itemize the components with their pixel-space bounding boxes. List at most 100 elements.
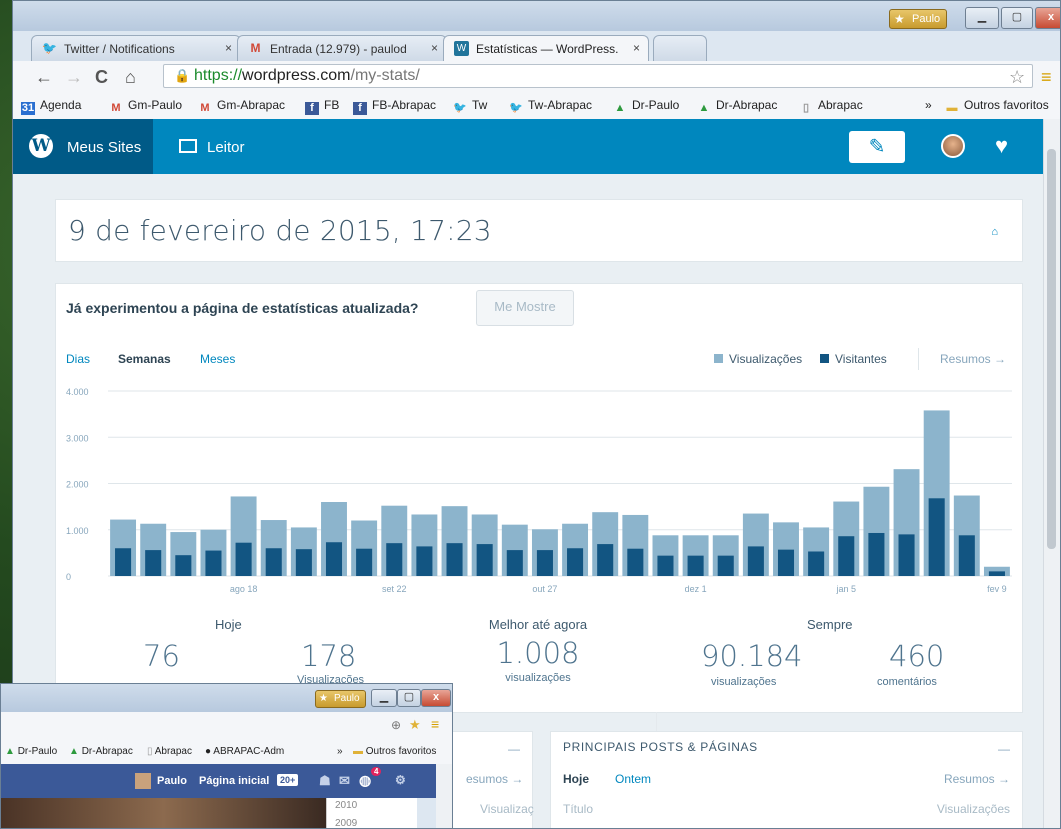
reader-icon[interactable] — [179, 139, 197, 153]
bookmark-fb[interactable]: f FB — [305, 98, 339, 115]
bookmarks-overflow[interactable]: » — [337, 746, 343, 757]
star-bookmark-icon[interactable]: ☆ — [1009, 67, 1025, 87]
new-tab-button[interactable] — [653, 35, 707, 61]
close-window-button[interactable]: x — [421, 689, 451, 707]
user-icon: ★ — [319, 693, 328, 704]
zoom-icon[interactable]: ⊕ — [391, 718, 401, 732]
avatar[interactable] — [941, 134, 965, 158]
bar-visitors — [958, 535, 975, 576]
bookmark-other-favorites[interactable]: ▬ Outros favoritos — [945, 98, 1049, 115]
scrollbar-thumb[interactable] — [1047, 149, 1056, 549]
bookmark-dr-abrapac[interactable]: ▲ Dr-Abrapac — [697, 98, 778, 115]
bar-visitors — [597, 544, 614, 576]
x-tick-label: set 22 — [382, 584, 407, 594]
bookmarks-overflow[interactable]: » — [925, 98, 932, 112]
year-2010[interactable]: 2010 — [335, 800, 357, 811]
bookmark-label: Gm-Paulo — [128, 98, 183, 112]
best-sublabel: visualizações — [505, 672, 571, 684]
collapse-icon[interactable]: — — [998, 742, 1010, 756]
home-icon[interactable]: ⌂ — [991, 226, 998, 238]
friends-icon[interactable]: ☗ — [319, 773, 331, 789]
notifications-icon[interactable]: ♥ — [995, 134, 1008, 158]
bookmark-tw[interactable]: 🐦 Tw — [453, 98, 487, 115]
bookmark-tw-abrapac[interactable]: 🐦 Tw-Abrapac — [509, 98, 592, 115]
bookmark-abrapac[interactable]: ▯ Abrapac — [147, 746, 192, 757]
bookmark-abrapac[interactable]: ▯ Abrapac — [799, 98, 863, 115]
profile-badge[interactable]: ★ Paulo — [315, 690, 366, 708]
year-2009[interactable]: 2009 — [335, 818, 357, 828]
url-field[interactable]: 🔒 https://wordpress.com/my-stats/ — [163, 64, 1033, 88]
maximize-button[interactable]: ▢ — [1001, 7, 1033, 29]
bookmark-label: ABRAPAC-Adm — [213, 746, 285, 757]
bookmark-other-favorites[interactable]: ▬ Outros favoritos — [353, 746, 436, 757]
bookmark-fb-abrapac[interactable]: f FB-Abrapac — [353, 98, 436, 115]
bookmark-gm-abrapac[interactable]: M Gm-Abrapac — [198, 98, 285, 115]
gmail-icon: M — [250, 41, 261, 55]
bookmark-dr-paulo[interactable]: ▲ Dr-Paulo — [613, 98, 680, 115]
menu-icon[interactable]: ≡ — [431, 716, 439, 732]
fb-home-link[interactable]: Página inicial — [199, 775, 269, 787]
bookmark-gm-paulo[interactable]: M Gm-Paulo — [109, 98, 182, 115]
title-bar[interactable]: ★ Paulo ▁ ▢ x — [13, 1, 1060, 31]
bookmark-dr-abrapac[interactable]: ▲ Dr-Abrapac — [69, 746, 133, 757]
profile-badge[interactable]: ★ Paulo — [889, 9, 948, 29]
tab-weeks[interactable]: Semanas — [118, 352, 171, 366]
my-sites-button[interactable]: W Meus Sites — [13, 119, 153, 174]
x-tick-label: jan 5 — [836, 584, 857, 594]
title-bar[interactable]: ★ Paulo ▁ ▢ x — [1, 684, 452, 712]
back-arrow-icon[interactable]: ← — [35, 67, 53, 87]
bookmark-dr-paulo[interactable]: ▲ Dr-Paulo — [5, 746, 57, 757]
tab-today[interactable]: Hoje — [563, 772, 589, 786]
messages-icon[interactable]: ✉ — [339, 773, 350, 789]
tab-gmail[interactable]: M Entrada (12.979) - paulod × — [237, 35, 447, 61]
minimize-button[interactable]: ▁ — [371, 689, 397, 707]
avatar[interactable] — [135, 773, 151, 789]
bar-visitors — [687, 555, 704, 576]
close-icon[interactable]: × — [431, 41, 438, 55]
today-visitors-value: 178 — [301, 639, 357, 673]
summaries-link[interactable]: Resumos → — [944, 772, 1010, 786]
always-comments-value: 460 — [889, 639, 945, 673]
tab-days[interactable]: Dias — [66, 352, 90, 366]
tab-yesterday[interactable]: Ontem — [615, 772, 651, 786]
bar-visitors — [808, 551, 825, 576]
show-me-button[interactable]: Me Mostre — [476, 290, 574, 326]
bar-visitors — [567, 548, 584, 576]
reload-icon[interactable]: C — [95, 67, 108, 87]
legend-swatch-visitors — [820, 354, 829, 363]
address-bar-row: ⊕ ★ ≡ — [1, 712, 452, 740]
bar-visitors — [506, 550, 523, 576]
left-summaries-link[interactable]: esumos → — [466, 772, 523, 786]
cover-photo — [1, 798, 326, 828]
folder-icon: ▬ — [353, 746, 363, 757]
close-icon[interactable]: × — [633, 41, 640, 55]
bookmark-abrapac-adm[interactable]: ● ABRAPAC-Adm — [205, 746, 284, 757]
home-icon[interactable]: ⌂ — [125, 67, 136, 87]
page-scrollbar[interactable] — [1043, 119, 1060, 828]
write-post-button[interactable]: ✎ — [849, 131, 905, 163]
minimize-button[interactable]: ▁ — [965, 7, 999, 29]
bar-visitors — [295, 549, 312, 576]
gmail-icon: M — [200, 102, 210, 114]
forward-arrow-icon[interactable]: → — [65, 67, 83, 87]
star-bookmark-icon[interactable]: ★ — [409, 717, 421, 733]
bookmark-label: Dr-Abrapac — [716, 98, 778, 112]
bar-visitors — [476, 544, 493, 576]
reader-link[interactable]: Leitor — [207, 139, 245, 156]
summaries-link[interactable]: Resumos → — [940, 352, 1006, 366]
maximize-button[interactable]: ▢ — [397, 689, 421, 707]
menu-icon[interactable]: ≡ — [1041, 67, 1052, 87]
y-tick-label: 1.000 — [66, 526, 89, 536]
fb-user-link[interactable]: Paulo — [157, 775, 187, 787]
scrollbar[interactable] — [436, 764, 452, 828]
bookmark-agenda[interactable]: 31 Agenda — [21, 98, 81, 115]
tab-months[interactable]: Meses — [200, 352, 235, 366]
collapse-icon[interactable]: — — [508, 742, 520, 756]
notifications-globe-icon[interactable]: ◍ — [359, 772, 371, 789]
left-views-header: Visualizaç — [480, 802, 534, 816]
settings-icon[interactable]: ⚙ — [395, 773, 406, 787]
tab-twitter[interactable]: 🐦 Twitter / Notifications × — [31, 35, 241, 61]
tab-wordpress-stats[interactable]: W Estatísticas — WordPress. × — [443, 35, 649, 61]
close-window-button[interactable]: x — [1035, 7, 1060, 29]
close-icon[interactable]: × — [225, 41, 232, 55]
